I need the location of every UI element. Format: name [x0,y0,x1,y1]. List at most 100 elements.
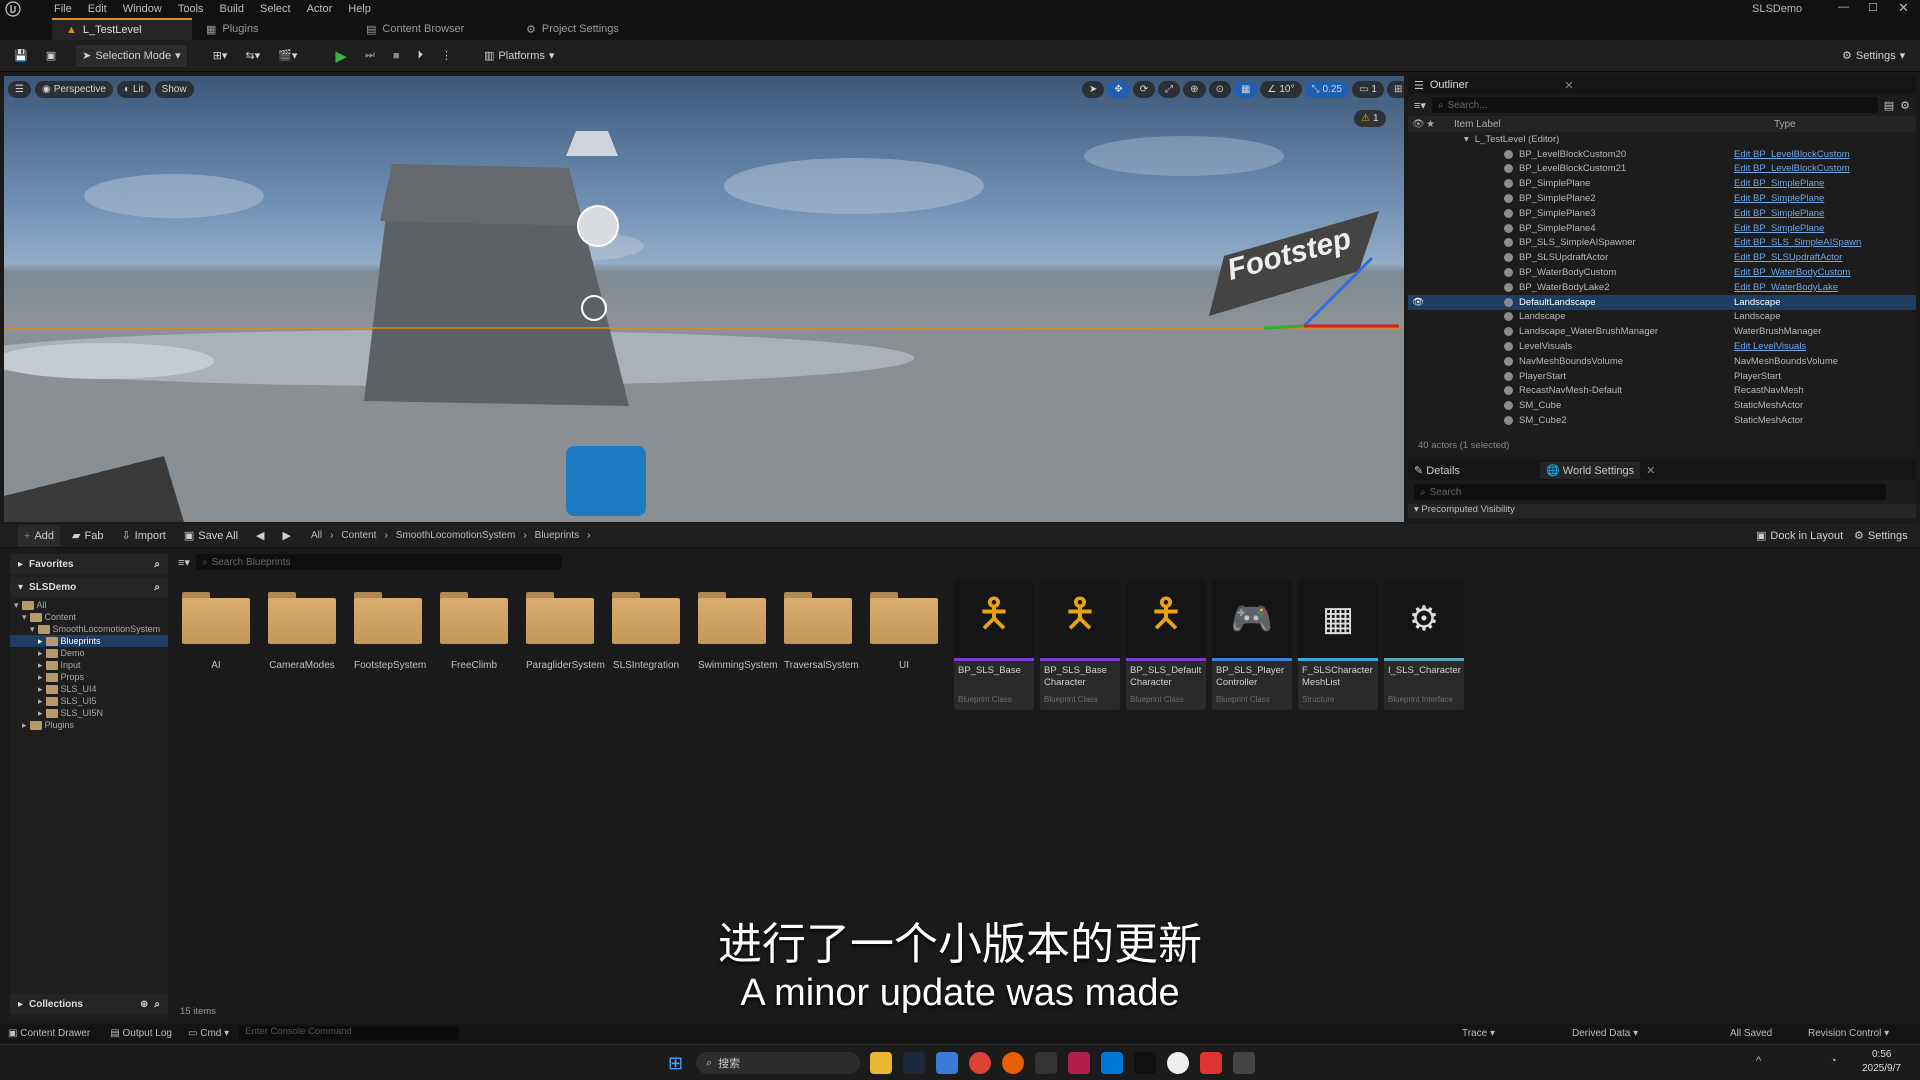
stop-icon[interactable]: ■ [387,45,406,67]
folder-tile[interactable]: SLSIntegration [612,590,680,671]
outliner-row-type[interactable]: Edit BP_WaterBodyLake [1726,282,1916,293]
filter-icon[interactable]: ≡▾ [1414,99,1426,112]
outliner-row[interactable]: SM_Cube StaticMeshActor [1408,398,1916,413]
file-explorer-icon[interactable] [870,1052,892,1074]
details-search-input[interactable]: ⌕ Search [1414,484,1886,500]
outliner-row[interactable]: BP_SLS_SimpleAISpawner Edit BP_SLS_Simple… [1408,236,1916,251]
revision-control-button[interactable]: Revision Control ▾ [1808,1028,1889,1039]
outliner-row[interactable]: RecastNavMesh-Default RecastNavMesh [1408,384,1916,399]
unreal-logo-icon[interactable] [0,0,26,18]
outliner-row-type[interactable]: Edit BP_SimplePlane [1726,223,1916,234]
visibility-column-icon[interactable]: 👁 [1408,119,1426,130]
item-label-column[interactable]: Item Label [1444,119,1774,130]
launch-icon[interactable]: ⏵ [412,45,430,67]
details-section-header[interactable]: ▾ Precomputed Visibility [1408,504,1916,518]
outliner-row[interactable]: NavMeshBoundsVolume NavMeshBoundsVolume [1408,354,1916,369]
asset-tile[interactable]: 🯅 BP_SLS_Default Character Blueprint Class [1126,580,1206,710]
outliner-row[interactable]: LevelVisuals Edit LevelVisuals [1408,339,1916,354]
outliner-row-type[interactable]: Edit BP_SimplePlane [1726,208,1916,219]
outliner-row[interactable]: BP_SimplePlane3 Edit BP_SimplePlane [1408,206,1916,221]
firefox-icon[interactable] [1002,1052,1024,1074]
steam-icon[interactable] [903,1052,925,1074]
browse-icon[interactable]: ▣ [40,45,62,67]
add-actor-button[interactable]: ⊞▾ [207,45,234,67]
selection-mode-button[interactable]: ➤ Selection Mode ▾ [76,44,187,67]
app-icon[interactable] [1068,1052,1090,1074]
close-icon[interactable]: ✕ [1646,464,1655,477]
play-icon[interactable]: ▶ [329,45,353,67]
asset-tile[interactable]: ⚙ I_SLS_Character Blueprint Interface [1384,580,1464,710]
platforms-button[interactable]: ▥ Platforms ▾ [478,45,560,67]
asset-tile[interactable]: 🯅 BP_SLS_Base Character Blueprint Class [1040,580,1120,710]
outliner-row[interactable]: BP_LevelBlockCustom20 Edit BP_LevelBlockC… [1408,147,1916,162]
qq-icon[interactable] [1134,1052,1156,1074]
asset-tile[interactable]: 🯅 BP_SLS_Base Blueprint Class [954,580,1034,710]
outliner-row[interactable]: BP_WaterBodyCustom Edit BP_WaterBodyCusto… [1408,265,1916,280]
unreal-icon[interactable] [1167,1052,1189,1074]
pin-column-icon[interactable]: ★ [1426,119,1444,130]
outliner-row[interactable]: BP_SimplePlane Edit BP_SimplePlane [1408,176,1916,191]
asset-tile[interactable]: ▦ F_SLSCharacter MeshList Structure [1298,580,1378,710]
output-log-button[interactable]: ▤ Output Log [110,1028,172,1039]
app-icon[interactable] [1233,1052,1255,1074]
outliner-row[interactable]: 👁 DefaultLandscape Landscape [1408,294,1916,310]
menu-tools[interactable]: Tools [170,3,212,15]
outliner-row[interactable]: BP_LevelBlockCustom21 Edit BP_LevelBlockC… [1408,162,1916,177]
minimize-icon[interactable]: — [1838,1,1849,13]
cinematics-button[interactable]: 🎬▾ [272,45,303,67]
maximize-icon[interactable]: ☐ [1868,1,1878,14]
outliner-root[interactable]: ▾ L_TestLevel (Editor) [1408,132,1916,147]
level-viewport[interactable]: Footstep ☰ ◉ Perspective ◐ Lit Show ➤ ✥ ⟳ … [4,76,1404,522]
tab-world-settings[interactable]: 🌐 World Settings [1540,461,1641,479]
outliner-row[interactable]: BP_SLSUpdraftActor Edit BP_SLSUpdraftActo… [1408,250,1916,265]
outliner-row-type[interactable]: Edit BP_LevelBlockCustom [1726,149,1916,160]
rotate-tool-icon[interactable]: ⟳ [1132,81,1156,98]
grid-snap-icon[interactable]: ▦ [1233,81,1258,98]
outliner-row[interactable]: BP_SimplePlane2 Edit BP_SimplePlane [1408,191,1916,206]
gear-icon[interactable]: ⚙ [1900,99,1910,112]
outliner-row[interactable]: Landscape Landscape [1408,310,1916,325]
outliner-search-input[interactable]: ⌕ Search... [1431,97,1878,113]
tab-content-browser[interactable]: ▤ Content Browser [352,18,512,40]
folder-tile[interactable]: AI [182,590,250,671]
folder-tile[interactable]: FreeClimb [440,590,508,671]
blueprint-button[interactable]: ⇆▾ [239,45,266,67]
tray-chevron-icon[interactable]: ^ [1756,1055,1761,1067]
scale-snap-button[interactable]: ⤡ 0.25 [1304,81,1349,98]
add-folder-icon[interactable]: ▤ [1884,99,1894,112]
lit-button[interactable]: ◐ Lit [116,81,151,98]
show-button[interactable]: Show [154,81,194,98]
vscode-icon[interactable] [1101,1052,1123,1074]
outliner-row-type[interactable]: Edit BP_LevelBlockCustom [1726,163,1916,174]
warning-badge[interactable]: ⚠ 1 [1354,110,1386,127]
camera-speed-button[interactable]: ▭ 1 [1351,81,1384,98]
outliner-row[interactable]: BP_SimplePlane4 Edit BP_SimplePlane [1408,221,1916,236]
type-column[interactable]: Type [1774,119,1796,130]
all-saved-button[interactable]: All Saved [1730,1028,1772,1039]
visibility-icon[interactable]: 👁 [1408,297,1426,308]
cmd-button[interactable]: ▭ Cmd ▾ [188,1028,229,1039]
menu-select[interactable]: Select [252,3,299,15]
asset-tile[interactable]: 🎮 BP_SLS_Player Controller Blueprint Class [1212,580,1292,710]
menu-help[interactable]: Help [340,3,379,15]
trace-button[interactable]: Trace ▾ [1462,1028,1495,1039]
app-icon[interactable] [936,1052,958,1074]
folder-tile[interactable]: SwimmingSystem [698,590,777,671]
chrome-icon[interactable] [969,1052,991,1074]
outliner-row-type[interactable]: Edit BP_WaterBodyCustom [1726,267,1916,278]
outliner-row-type[interactable]: Edit BP_SimplePlane [1726,178,1916,189]
scale-tool-icon[interactable]: ⤢ [1158,81,1181,98]
folder-tile[interactable]: CameraModes [268,590,336,671]
menu-build[interactable]: Build [212,3,252,15]
tab-plugins[interactable]: ▦ Plugins [192,18,352,40]
perspective-button[interactable]: ◉ Perspective [34,81,113,98]
content-drawer-button[interactable]: ▣ Content Drawer [8,1028,90,1039]
close-icon[interactable]: ✕ [1898,0,1909,16]
outliner-row[interactable]: PlayerStart PlayerStart [1408,369,1916,384]
menu-window[interactable]: Window [115,3,170,15]
select-tool-icon[interactable]: ➤ [1082,81,1105,98]
folder-tile[interactable]: UI [870,590,938,671]
outliner-row[interactable]: SM_Cube2 StaticMeshActor [1408,413,1916,428]
menu-actor[interactable]: Actor [299,3,341,15]
derived-data-button[interactable]: Derived Data ▾ [1572,1028,1638,1039]
